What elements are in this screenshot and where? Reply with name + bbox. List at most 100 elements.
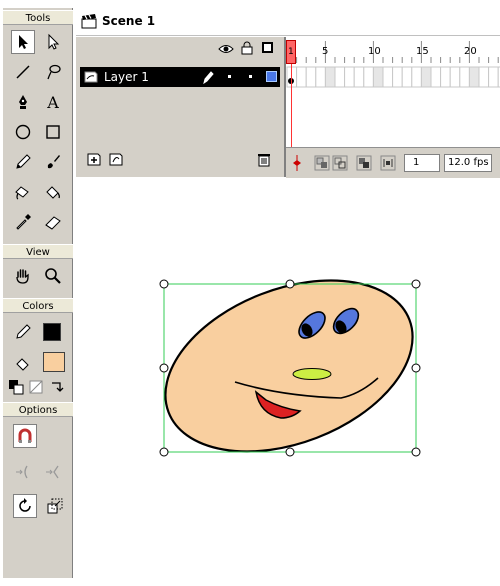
fill-color-swatch[interactable] <box>43 352 65 372</box>
layer-area: Layer 1 <box>76 37 284 177</box>
scene-label[interactable]: Scene 1 <box>102 14 155 28</box>
scale-button[interactable] <box>43 494 67 518</box>
frame-cell[interactable] <box>440 66 451 88</box>
frame-cell[interactable] <box>353 66 365 88</box>
resize-handle-bottom[interactable] <box>285 447 295 457</box>
hand-icon <box>16 269 29 284</box>
frame-cell[interactable] <box>411 66 422 88</box>
lasso-tool[interactable] <box>41 60 65 84</box>
stroke-color-label <box>11 320 35 344</box>
nose[interactable] <box>292 368 332 380</box>
brush-tool[interactable] <box>41 150 65 174</box>
layer-row[interactable]: Layer 1 <box>80 67 280 87</box>
resize-handle-top[interactable] <box>285 279 295 289</box>
brush-icon <box>47 155 60 169</box>
stage-canvas[interactable] <box>76 178 500 586</box>
frame-cell[interactable] <box>488 66 499 88</box>
text-tool[interactable]: A <box>41 90 65 114</box>
oval-tool[interactable] <box>11 120 35 144</box>
swap-colors-button[interactable] <box>47 378 65 396</box>
eyedropper-icon <box>16 214 31 230</box>
rectangle-icon <box>46 125 60 139</box>
add-guide-layer-icon[interactable] <box>108 151 124 167</box>
resize-handle-top-right[interactable] <box>411 279 421 289</box>
lock-icon[interactable] <box>240 41 254 55</box>
pencil-tool[interactable] <box>11 150 35 174</box>
playhead-label: 1 <box>288 47 294 57</box>
tools-panel: Tools A View Colors Options <box>3 8 73 578</box>
frame-area: 5 10 15 20 1 1 12.0 fps <box>286 37 500 178</box>
line-icon <box>16 65 30 79</box>
frame-cell[interactable] <box>315 66 326 88</box>
frame-cell[interactable] <box>324 66 336 88</box>
resize-handle-top-left[interactable] <box>159 279 169 289</box>
frame-cell[interactable] <box>449 66 461 88</box>
frame-rate-box[interactable]: 12.0 fps <box>444 154 492 172</box>
trash-icon[interactable] <box>256 151 272 167</box>
arrow-icon <box>19 35 28 49</box>
frame-cell[interactable] <box>468 66 480 88</box>
no-color-button[interactable] <box>27 378 45 396</box>
clapperboard-icon <box>81 14 97 29</box>
tick-label-5: 5 <box>322 46 329 57</box>
snap-to-objects-button[interactable] <box>13 424 37 448</box>
straighten-icon <box>46 465 59 479</box>
line-tool[interactable] <box>11 60 35 84</box>
lasso-icon <box>47 64 61 80</box>
frame-cell[interactable] <box>372 66 384 88</box>
current-frame: 1 <box>413 157 420 168</box>
eraser-tool[interactable] <box>41 210 65 234</box>
edit-multiple-frames-icon[interactable] <box>356 155 372 171</box>
frame-cell[interactable] <box>296 66 307 88</box>
fill-color-label <box>11 352 35 376</box>
rotate-button[interactable] <box>13 494 37 518</box>
pen-tool[interactable] <box>11 90 35 114</box>
modify-onion-markers-icon[interactable] <box>380 155 396 171</box>
outline-color-box[interactable] <box>266 71 277 82</box>
center-frame-icon[interactable] <box>292 155 302 171</box>
timeline-status-bar: 1 12.0 fps <box>286 147 500 178</box>
frame-cell[interactable] <box>430 66 442 88</box>
playhead[interactable]: 1 <box>286 40 296 64</box>
lock-dot[interactable] <box>249 75 252 78</box>
frame-cell[interactable] <box>401 66 413 88</box>
frame-cell[interactable] <box>363 66 374 88</box>
outline-toggle[interactable] <box>262 42 273 53</box>
rectangle-tool[interactable] <box>41 120 65 144</box>
frame-cell[interactable] <box>382 66 394 88</box>
pencil-icon <box>16 154 31 169</box>
frame-cell[interactable] <box>392 66 403 88</box>
arrow-tool[interactable] <box>11 30 35 54</box>
eye-icon[interactable] <box>218 43 234 55</box>
paint-bucket-tool[interactable] <box>41 180 65 204</box>
onion-outline-icon[interactable] <box>332 155 348 171</box>
frame-cell[interactable] <box>344 66 355 88</box>
stage[interactable] <box>76 178 500 586</box>
frame-cell[interactable] <box>478 66 490 88</box>
resize-handle-right[interactable] <box>411 363 421 373</box>
smooth-button[interactable] <box>11 460 35 484</box>
ink-bottle-tool[interactable] <box>11 180 35 204</box>
frame-cell[interactable] <box>459 66 470 88</box>
resize-handle-left[interactable] <box>159 363 169 373</box>
current-frame-box: 1 <box>404 154 440 172</box>
resize-handle-bottom-left[interactable] <box>159 447 169 457</box>
black-white-button[interactable] <box>7 378 25 396</box>
resize-handle-bottom-right[interactable] <box>411 447 421 457</box>
frame-cell[interactable] <box>334 66 346 88</box>
zoom-tool[interactable] <box>41 264 65 288</box>
frame-rate: 12.0 fps <box>448 157 489 168</box>
add-layer-icon[interactable] <box>86 151 102 167</box>
stroke-color-swatch[interactable] <box>43 323 61 341</box>
eyedropper-tool[interactable] <box>11 210 35 234</box>
layer-name: Layer 1 <box>104 70 149 84</box>
subselect-tool[interactable] <box>41 30 65 54</box>
frame-cell[interactable] <box>420 66 432 88</box>
hand-tool[interactable] <box>11 264 35 288</box>
frame-cell[interactable] <box>305 66 317 88</box>
tools-title: Tools <box>3 10 73 25</box>
timeline-panel: Layer 1 5 10 15 20 1 1 12.0 fps <box>76 37 500 178</box>
straighten-button[interactable] <box>41 460 65 484</box>
onion-skin-icon[interactable] <box>314 155 330 171</box>
visibility-dot[interactable] <box>228 75 231 78</box>
